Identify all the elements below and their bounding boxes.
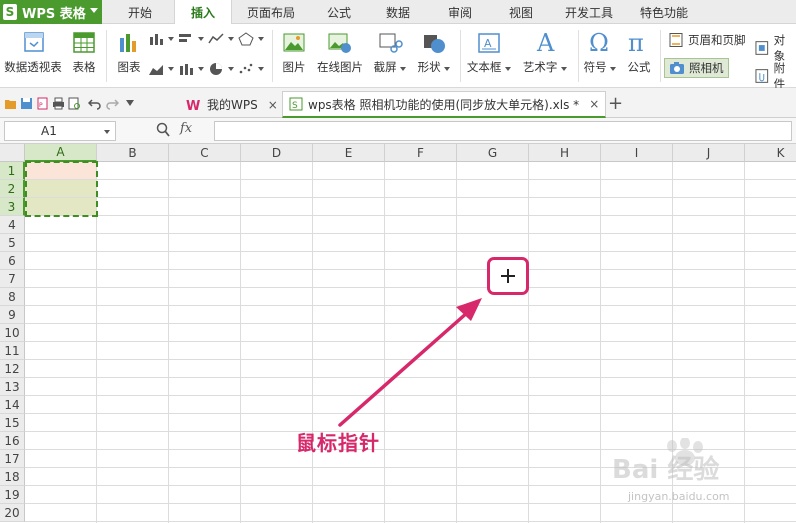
watermark-brand: Bai 经验 — [612, 455, 720, 485]
watermark-url: jingyan.baidu.com — [628, 490, 730, 503]
annotation-label: 鼠标指针 — [296, 431, 380, 455]
crosshair-cursor-icon-vertical — [507, 269, 509, 283]
cursor-highlight-box — [487, 257, 529, 295]
